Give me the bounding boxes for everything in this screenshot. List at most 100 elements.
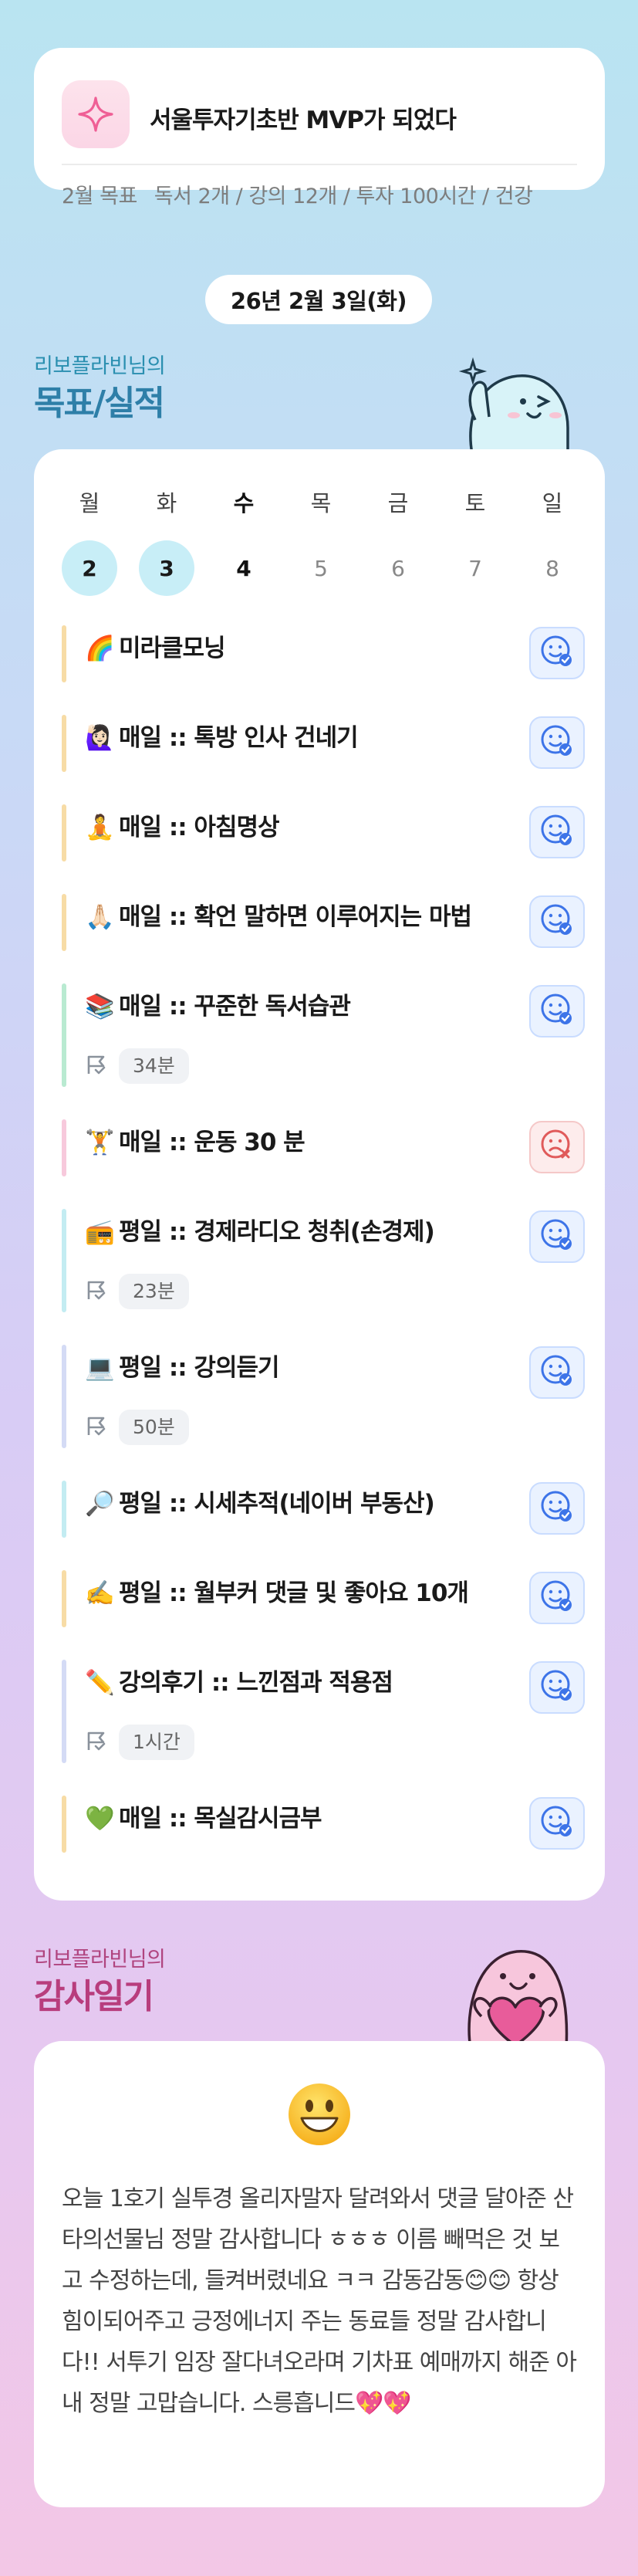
week-day-number: 4 — [236, 555, 251, 581]
task-time-record: 34분 — [85, 1048, 189, 1084]
task-status-check-button[interactable] — [529, 716, 585, 769]
sparkle-icon — [62, 80, 130, 148]
task-status-check-button[interactable] — [529, 1661, 585, 1714]
task-label: 매일 :: 톡방 인사 건네기 — [119, 724, 359, 752]
gratitude-card: 오늘 1호기 실투경 올리자말자 달려와서 댓글 달아준 산타의선물님 정말 감… — [34, 2041, 605, 2507]
week-day[interactable]: 토7 — [447, 488, 503, 596]
goal-card[interactable]: 서울투자기초반 MVP가 되었다 2월 목표 독서 2개 / 강의 12개 / 투… — [34, 48, 605, 208]
task-emoji: ✍️ — [85, 1579, 115, 1607]
flag-check-icon — [85, 1414, 108, 1440]
task-item[interactable]: 🧘 매일 :: 아침명상 — [62, 804, 585, 861]
week-strip: 월2화3수4목5금6토7일8 — [62, 488, 602, 596]
task-time-pill: 50분 — [119, 1410, 189, 1445]
task-emoji: 🏋️ — [85, 1129, 115, 1156]
task-status-check-button[interactable] — [529, 1482, 585, 1535]
task-color-bar — [62, 1796, 66, 1853]
task-item[interactable]: 🔎 평일 :: 시세추적(네이버 부동산) — [62, 1481, 585, 1538]
flag-check-icon — [85, 1729, 108, 1755]
smile-face-check-icon — [539, 723, 575, 762]
task-time-pill: 34분 — [119, 1048, 189, 1084]
task-color-bar — [62, 1660, 66, 1763]
task-color-bar — [62, 1481, 66, 1538]
week-day-number: 3 — [139, 540, 194, 596]
tasks-card: 월2화3수4목5금6토7일8 🌈 미라클모닝 🙋🏻‍♀️ 매일 :: 톡방 인사 건네… — [34, 449, 605, 1901]
task-item[interactable]: 🙏🏻 매일 :: 확언 말하면 이루어지는 마법 — [62, 894, 585, 951]
grinning-face-icon — [34, 2081, 605, 2151]
task-title: ✍️ 평일 :: 월부커 댓글 및 좋아요 10개 — [85, 1570, 469, 1616]
task-color-bar — [62, 715, 66, 772]
task-emoji: 💻 — [85, 1354, 115, 1382]
task-status-check-button[interactable] — [529, 806, 585, 858]
task-status-check-button[interactable] — [529, 895, 585, 948]
task-status-check-button[interactable] — [529, 627, 585, 679]
week-day-number: 5 — [314, 555, 328, 581]
week-day[interactable]: 금6 — [370, 488, 426, 596]
task-item[interactable]: ✏️ 강의후기 :: 느낀점과 적용점1시간 — [62, 1660, 585, 1763]
task-item[interactable]: 📻 평일 :: 경제라디오 청취(손경제)23분 — [62, 1209, 585, 1312]
date-selector[interactable]: 26년 2월 3일(화) — [205, 275, 432, 324]
task-color-bar — [62, 625, 66, 682]
smile-face-check-icon — [539, 1804, 575, 1843]
task-label: 미라클모닝 — [119, 635, 226, 662]
goal-month-label: 2월 목표 — [62, 184, 137, 208]
task-status-fail-button[interactable] — [529, 1121, 585, 1173]
task-title: 💻 평일 :: 강의듣기 — [85, 1345, 279, 1391]
week-day-number: 6 — [391, 555, 405, 581]
task-item[interactable]: ✍️ 평일 :: 월부커 댓글 및 좋아요 10개 — [62, 1570, 585, 1627]
task-status-check-button[interactable] — [529, 1210, 585, 1263]
task-label: 평일 :: 월부커 댓글 및 좋아요 10개 — [119, 1579, 469, 1607]
task-time-pill: 23분 — [119, 1274, 189, 1309]
task-title: 🧘 매일 :: 아침명상 — [85, 804, 279, 851]
task-item[interactable]: 🏋️ 매일 :: 운동 30 분 — [62, 1119, 585, 1176]
task-item[interactable]: 🌈 미라클모닝 — [62, 625, 585, 682]
smile-face-check-icon — [539, 1217, 575, 1256]
week-day[interactable]: 화3 — [139, 488, 194, 596]
task-status-check-button[interactable] — [529, 985, 585, 1038]
task-title: ✏️ 강의후기 :: 느낀점과 적용점 — [85, 1660, 393, 1706]
flag-check-icon — [85, 1053, 108, 1079]
task-emoji: 💚 — [85, 1805, 115, 1833]
mascot-heart-illustration — [446, 1933, 585, 2052]
flag-check-icon — [85, 1278, 108, 1305]
task-emoji: ✏️ — [85, 1669, 115, 1697]
smile-face-check-icon — [539, 1579, 575, 1617]
task-status-check-button[interactable] — [529, 1346, 585, 1399]
task-emoji: 🙏🏻 — [85, 903, 115, 931]
task-time-record: 1시간 — [85, 1725, 194, 1760]
task-color-bar — [62, 983, 66, 1087]
mascot-pointing-illustration — [452, 346, 576, 457]
task-title: 💚 매일 :: 목실감시금부 — [85, 1796, 322, 1842]
task-item[interactable]: 📚 매일 :: 꾸준한 독서습관34분 — [62, 983, 585, 1087]
task-label: 매일 :: 확언 말하면 이루어지는 마법 — [119, 903, 472, 931]
task-emoji: 📻 — [85, 1218, 115, 1246]
week-day[interactable]: 월2 — [62, 488, 117, 596]
task-status-check-button[interactable] — [529, 1572, 585, 1624]
smile-face-check-icon — [539, 634, 575, 672]
smile-face-check-icon — [539, 902, 575, 941]
task-color-bar — [62, 1119, 66, 1176]
task-emoji: 🙋🏻‍♀️ — [85, 724, 115, 752]
week-day-name: 월 — [79, 490, 100, 516]
week-day[interactable]: 목5 — [293, 488, 349, 596]
tasks-section-title: 목표/실적 — [34, 384, 165, 423]
task-item[interactable]: 🙋🏻‍♀️ 매일 :: 톡방 인사 건네기 — [62, 715, 585, 772]
week-day-name: 금 — [387, 490, 409, 516]
task-title: 🙋🏻‍♀️ 매일 :: 톡방 인사 건네기 — [85, 715, 359, 761]
smile-face-check-icon — [539, 992, 575, 1031]
task-label: 평일 :: 경제라디오 청취(손경제) — [119, 1218, 435, 1246]
task-status-check-button[interactable] — [529, 1797, 585, 1850]
task-time-pill: 1시간 — [119, 1725, 194, 1760]
task-item[interactable]: 💻 평일 :: 강의듣기50분 — [62, 1345, 585, 1448]
gratitude-text: 오늘 1호기 실투경 올리자말자 달려와서 댓글 달아준 산타의선물님 정말 감… — [62, 2185, 577, 2417]
smile-face-check-icon — [539, 813, 575, 851]
task-title: 🙏🏻 매일 :: 확언 말하면 이루어지는 마법 — [85, 894, 472, 940]
week-day[interactable]: 수4 — [216, 488, 272, 596]
week-day-number: 8 — [545, 555, 559, 581]
task-item[interactable]: 💚 매일 :: 목실감시금부 — [62, 1796, 585, 1853]
task-label: 매일 :: 꾸준한 독서습관 — [119, 993, 351, 1021]
task-emoji: 🧘 — [85, 814, 115, 841]
week-day[interactable]: 일8 — [525, 488, 580, 596]
task-emoji: 📚 — [85, 993, 115, 1021]
goal-targets: 독서 2개 / 강의 12개 / 투자 100시간 / 건강 — [154, 184, 533, 208]
task-emoji: 🌈 — [85, 635, 115, 662]
